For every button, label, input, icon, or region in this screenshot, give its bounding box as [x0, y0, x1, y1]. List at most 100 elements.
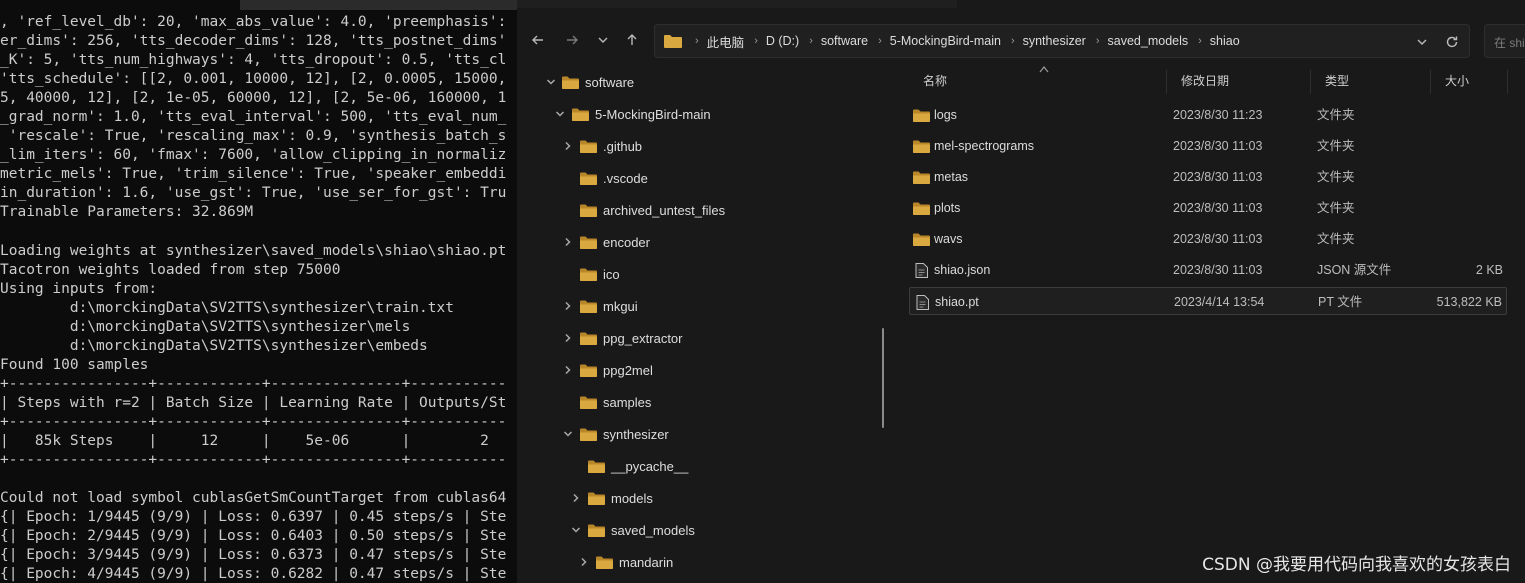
- terminal-tab[interactable]: [240, 0, 520, 10]
- title-bar: [517, 0, 1525, 14]
- terminal-line: 5, 40000, 12], [2, 1e-05, 60000, 12], [2…: [0, 90, 507, 107]
- tree-expand-toggle[interactable]: [561, 139, 575, 153]
- terminal-line: _K': 5, 'tts_num_highways': 4, 'tts_drop…: [0, 52, 507, 69]
- arrow-right-icon: [567, 35, 578, 45]
- tree-item[interactable]: archived_untest_files: [561, 194, 725, 226]
- terminal-line: {| Epoch: 1/9445 (9/9) | Loss: 0.6397 | …: [0, 509, 507, 526]
- terminal-line: Could not load symbol cublasGetSmCountTa…: [0, 490, 507, 507]
- column-header-date[interactable]: 修改日期: [1167, 66, 1310, 96]
- tree-item[interactable]: mkgui: [561, 290, 638, 322]
- tree-item[interactable]: ppg_extractor: [561, 322, 683, 354]
- folder-icon: [580, 204, 597, 217]
- address-dropdown-button[interactable]: [1415, 34, 1429, 48]
- file-row[interactable]: wavs 2023/8/30 11:03 文件夹: [909, 225, 1507, 253]
- column-header-size[interactable]: 大小: [1431, 66, 1507, 96]
- breadcrumb-item[interactable]: D (D:): [764, 34, 803, 48]
- tree-expand-toggle[interactable]: [544, 75, 558, 89]
- terminal-line: , 'ref_level_db': 20, 'max_abs_value': 4…: [0, 14, 507, 30]
- refresh-icon: [1446, 36, 1458, 48]
- file-row[interactable]: plots 2023/8/30 11:03 文件夹: [909, 194, 1507, 222]
- breadcrumb-separator-icon[interactable]: ›: [748, 35, 764, 47]
- navigation-scrollbar[interactable]: [882, 328, 884, 428]
- breadcrumb-item[interactable]: saved_models: [1106, 34, 1193, 48]
- terminal-window: , 'ref_level_db': 20, 'max_abs_value': 4…: [0, 0, 520, 583]
- arrow-left-icon: [532, 35, 543, 45]
- terminal-line: d:\morckingData\SV2TTS\synthesizer\train…: [0, 299, 454, 316]
- recent-locations-button[interactable]: [591, 28, 615, 52]
- tree-item[interactable]: samples: [561, 386, 651, 418]
- terminal-line: metric_mels': True, 'trim_silence': True…: [0, 166, 507, 183]
- refresh-button[interactable]: [1445, 34, 1459, 48]
- tree-expand-toggle[interactable]: [561, 331, 575, 345]
- terminal-line: {| Epoch: 3/9445 (9/9) | Loss: 0.6373 | …: [0, 547, 507, 564]
- breadcrumb-separator-icon[interactable]: ›: [1090, 35, 1106, 47]
- column-header-name[interactable]: 名称: [909, 66, 1165, 96]
- address-bar[interactable]: › 此电脑 › D (D:) › software › 5-MockingBird-main ›…: [654, 24, 1470, 58]
- breadcrumb-item[interactable]: software: [819, 34, 872, 48]
- folder-icon: [913, 233, 930, 246]
- search-input[interactable]: 在 shiao: [1484, 24, 1525, 58]
- column-header-type[interactable]: 类型: [1311, 66, 1429, 96]
- tree-item[interactable]: models: [569, 482, 653, 514]
- breadcrumb-separator-icon[interactable]: ›: [803, 35, 819, 47]
- breadcrumb-item[interactable]: 此电脑: [705, 32, 749, 51]
- up-button[interactable]: [620, 28, 644, 52]
- tree-expand-toggle[interactable]: [553, 107, 567, 121]
- terminal-line: Found 100 samples: [0, 356, 149, 373]
- tree-item-label: archived_untest_files: [603, 202, 726, 218]
- file-row[interactable]: shiao.json 2023/8/30 11:03 JSON 源文件 2 KB: [909, 256, 1507, 284]
- file-name: logs: [934, 108, 957, 122]
- folder-icon: [580, 140, 597, 153]
- tree-item[interactable]: .vscode: [561, 162, 648, 194]
- column-divider[interactable]: [1507, 70, 1508, 94]
- tree-item[interactable]: .github: [561, 130, 642, 162]
- back-button[interactable]: [526, 28, 550, 52]
- tree-item-label: ppg_extractor: [603, 330, 683, 346]
- tree-item[interactable]: encoder: [561, 226, 650, 258]
- tree-item[interactable]: ppg2mel: [561, 354, 653, 386]
- chevron-right-icon: [573, 493, 579, 503]
- file-type: 文件夹: [1317, 232, 1355, 246]
- watermark: CSDN @我要用代码向我喜欢的女孩表白: [1202, 555, 1511, 575]
- tree-item-label: software: [585, 74, 635, 90]
- tree-expand-toggle: [561, 203, 575, 217]
- tree-expand-toggle[interactable]: [561, 235, 575, 249]
- breadcrumb-item[interactable]: synthesizer: [1021, 34, 1090, 48]
- file-row[interactable]: logs 2023/8/30 11:23 文件夹: [909, 101, 1507, 129]
- breadcrumb-separator-icon[interactable]: ›: [689, 35, 705, 47]
- tree-item[interactable]: ico: [561, 258, 620, 290]
- tree-item-label: 5-MockingBird-main: [595, 106, 711, 122]
- file-size: 2 KB: [1475, 263, 1503, 277]
- tree-item[interactable]: saved_models: [569, 514, 695, 546]
- breadcrumb-separator-icon[interactable]: ›: [872, 35, 888, 47]
- tree-item[interactable]: mandarin: [577, 546, 673, 578]
- file-explorer-window: › 此电脑 › D (D:) › software › 5-MockingBird-main ›…: [517, 0, 1525, 583]
- tree-item-label: __pycache__: [611, 458, 689, 474]
- tree-expand-toggle[interactable]: [569, 523, 583, 537]
- terminal-line: +----------------+------------+---------…: [0, 375, 507, 392]
- tree-expand-toggle[interactable]: [561, 427, 575, 441]
- breadcrumb-item[interactable]: 5-MockingBird-main: [888, 34, 1005, 48]
- file-name: plots: [934, 201, 961, 215]
- file-row[interactable]: mel-spectrograms 2023/8/30 11:03 文件夹: [909, 132, 1507, 160]
- tree-expand-toggle[interactable]: [561, 299, 575, 313]
- tree-expand-toggle[interactable]: [569, 491, 583, 505]
- pane-divider[interactable]: [894, 66, 895, 583]
- file-name: wavs: [934, 232, 963, 246]
- tree-item[interactable]: __pycache__: [569, 450, 688, 482]
- file-row[interactable]: shiao.pt 2023/4/14 13:54 PT 文件 513,822 KB: [909, 287, 1507, 315]
- breadcrumb-separator-icon[interactable]: ›: [1005, 35, 1021, 47]
- folder-icon: [580, 172, 597, 185]
- tree-item[interactable]: software: [544, 66, 634, 98]
- forward-button[interactable]: [560, 28, 584, 52]
- tree-item[interactable]: synthesizer: [561, 418, 669, 450]
- breadcrumb-item[interactable]: shiao: [1208, 34, 1244, 48]
- tree-expand-toggle[interactable]: [561, 363, 575, 377]
- tree-item[interactable]: 5-MockingBird-main: [553, 98, 711, 130]
- file-row[interactable]: metas 2023/8/30 11:03 文件夹: [909, 163, 1507, 191]
- breadcrumb-separator-icon[interactable]: ›: [1192, 35, 1208, 47]
- breadcrumb: › 此电脑 › D (D:) › software › 5-MockingBird-main ›…: [689, 25, 1244, 57]
- terminal-line: | 85k Steps | 12 | 5e-06 | 2: [0, 433, 489, 450]
- tree-expand-toggle[interactable]: [577, 555, 591, 569]
